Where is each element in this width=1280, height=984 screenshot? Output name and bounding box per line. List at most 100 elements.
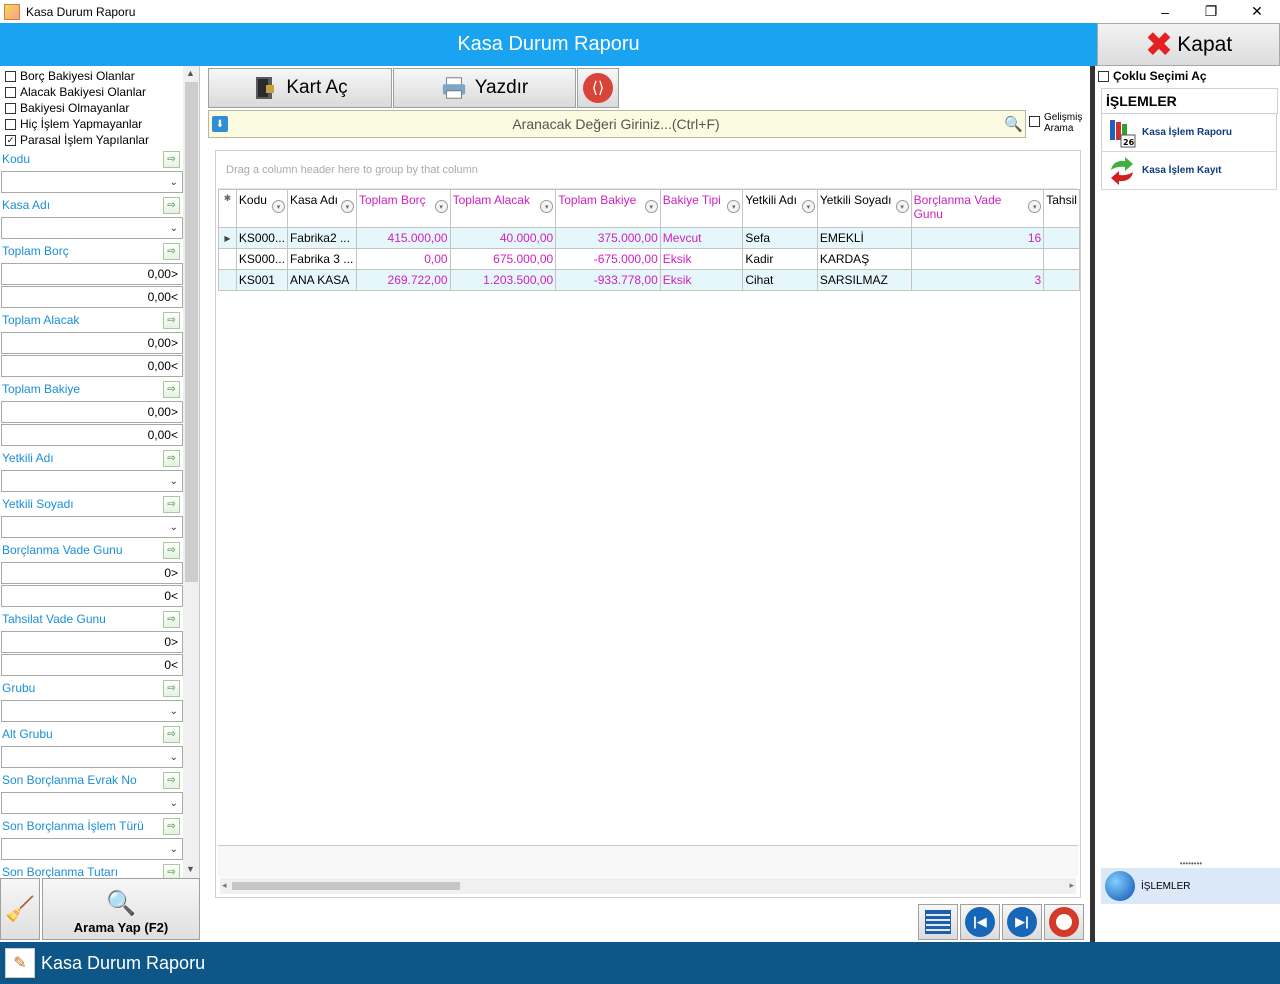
col-yetkili-soyadi[interactable]: Yetkili Soyadı ▾ bbox=[816, 189, 912, 228]
col-kasa-adi[interactable]: Kasa Adı ▾ bbox=[286, 189, 357, 228]
chevron-down-icon[interactable]: ⌄ bbox=[170, 706, 178, 717]
filter-checkbox-row[interactable]: Bakiyesi Olmayanlar bbox=[0, 100, 183, 116]
col-toplam-bakiye[interactable]: Toplam Bakiye ▾ bbox=[555, 189, 661, 228]
checkbox[interactable] bbox=[5, 118, 16, 130]
pick-icon[interactable]: ⇨ bbox=[163, 495, 180, 513]
filter-input[interactable]: 0> bbox=[1, 631, 183, 653]
pick-icon[interactable]: ⇨ bbox=[163, 679, 180, 697]
search-icon[interactable]: 🔍 bbox=[1004, 115, 1023, 133]
filter-input[interactable]: 0> bbox=[1, 562, 183, 584]
cell-yetkili-soyadi[interactable]: KARDAŞ bbox=[816, 248, 912, 270]
minimize-button[interactable]: – bbox=[1142, 0, 1188, 23]
advanced-search-checkbox[interactable] bbox=[1029, 116, 1040, 127]
filter-checkbox-row[interactable]: Alacak Bakiyesi Olanlar bbox=[0, 84, 183, 100]
pick-icon[interactable]: ⇨ bbox=[163, 863, 180, 878]
pick-icon[interactable]: ⇨ bbox=[163, 610, 180, 628]
clear-filters-button[interactable]: 🧹 bbox=[0, 878, 40, 940]
chevron-down-icon[interactable]: ⌄ bbox=[170, 522, 178, 533]
filter-input[interactable]: 0,00> bbox=[1, 332, 183, 354]
col-borclanma-vade[interactable]: Borçlanma Vade Gunu ▾ bbox=[910, 189, 1045, 228]
cell-toplam-alacak[interactable]: 1.203.500,00 bbox=[449, 269, 557, 291]
filter-select[interactable]: ⌄ bbox=[1, 217, 183, 239]
cell-kodu[interactable]: KS001 bbox=[235, 269, 288, 291]
cell-tahsil[interactable] bbox=[1043, 269, 1080, 291]
filter-scroll-thumb[interactable] bbox=[185, 82, 198, 582]
cell-kodu[interactable]: KS000... bbox=[235, 248, 288, 270]
col-toplam-alacak[interactable]: Toplam Alacak ▾ bbox=[449, 189, 557, 228]
cell-toplam-borc[interactable]: 415.000,00 bbox=[355, 227, 451, 249]
cell-toplam-borc[interactable]: 269.722,00 bbox=[355, 269, 451, 291]
list-view-button[interactable] bbox=[918, 904, 958, 940]
cell-kasa-adi[interactable]: ANA KASA bbox=[286, 269, 357, 291]
islemler-group-button[interactable]: İŞLEMLER bbox=[1101, 868, 1280, 904]
cell-borclanma-vade[interactable] bbox=[910, 248, 1045, 270]
filter-select[interactable]: ⌄ bbox=[1, 792, 183, 814]
pick-icon[interactable]: ⇨ bbox=[163, 242, 180, 260]
grid-scroll-thumb[interactable] bbox=[232, 882, 460, 890]
cell-bakiye-tipi[interactable]: Eksik bbox=[659, 248, 744, 270]
search-button[interactable]: 🔍 Arama Yap (F2) bbox=[42, 878, 200, 940]
cell-kasa-adi[interactable]: Fabrika 3 ... bbox=[286, 248, 357, 270]
yazdir-button[interactable]: Yazdır bbox=[393, 68, 576, 108]
taskbar-app-icon[interactable]: ✎ bbox=[5, 948, 35, 978]
filter-input[interactable]: 0,00< bbox=[1, 355, 183, 377]
scroll-down-icon[interactable]: ▼ bbox=[186, 864, 195, 874]
col-kodu[interactable]: Kodu ▾ bbox=[235, 189, 288, 228]
filter-input[interactable]: 0,00> bbox=[1, 401, 183, 423]
grid-horizontal-scrollbar[interactable]: ◂ ▸ bbox=[220, 878, 1076, 894]
pick-icon[interactable]: ⇨ bbox=[163, 380, 180, 398]
cell-toplam-alacak[interactable]: 675.000,00 bbox=[449, 248, 557, 270]
multi-select-toggle[interactable]: Çoklu Seçimi Aç bbox=[1095, 66, 1280, 86]
table-row[interactable]: KS001 ANA KASA 269.722,00 1.203.500,00 -933.… bbox=[218, 269, 1080, 291]
cell-toplam-bakiye[interactable]: -933.778,00 bbox=[555, 269, 661, 291]
filter-select[interactable]: ⌄ bbox=[1, 746, 183, 768]
chevron-down-icon[interactable]: ⌄ bbox=[170, 223, 178, 234]
pick-icon[interactable]: ⇨ bbox=[163, 150, 180, 168]
chevron-down-icon[interactable]: ⌄ bbox=[170, 752, 178, 763]
scroll-left-icon[interactable]: ◂ bbox=[222, 880, 227, 891]
filter-input[interactable]: 0,00< bbox=[1, 286, 183, 308]
checkbox[interactable]: ✓ bbox=[5, 134, 16, 146]
table-row[interactable]: KS000... Fabrika 3 ... 0,00 675.000,00 -675.… bbox=[218, 248, 1080, 270]
pick-icon[interactable]: ⇨ bbox=[163, 771, 180, 789]
search-input[interactable]: Aranacak Değeri Giriniz...(Ctrl+F) bbox=[228, 116, 1004, 132]
cell-toplam-borc[interactable]: 0,00 bbox=[355, 248, 451, 270]
chevron-down-icon[interactable]: ⌄ bbox=[170, 476, 178, 487]
chevron-down-icon[interactable]: ⌄ bbox=[170, 798, 178, 809]
scroll-right-icon[interactable]: ▸ bbox=[1069, 880, 1074, 891]
search-bar[interactable]: ⬇ Aranacak Değeri Giriniz...(Ctrl+F) 🔍 bbox=[208, 110, 1026, 138]
last-record-button[interactable]: ▶| bbox=[1002, 904, 1042, 940]
scroll-up-icon[interactable]: ▲ bbox=[186, 68, 195, 78]
cell-kodu[interactable]: KS000... bbox=[235, 227, 288, 249]
filter-select[interactable]: ⌄ bbox=[1, 516, 183, 538]
window-close-button[interactable]: ✕ bbox=[1234, 0, 1280, 23]
group-panel[interactable]: Drag a column header here to group by th… bbox=[218, 151, 1078, 189]
filter-select[interactable]: ⌄ bbox=[1, 838, 183, 860]
filter-checkbox-row[interactable]: Borç Bakiyesi Olanlar bbox=[0, 68, 183, 84]
checkbox[interactable] bbox=[5, 102, 16, 114]
cell-yetkili-adi[interactable]: Kadir bbox=[742, 248, 818, 270]
cell-yetkili-adi[interactable]: Cihat bbox=[742, 269, 818, 291]
cell-bakiye-tipi[interactable]: Eksik bbox=[659, 269, 744, 291]
filter-checkbox-row[interactable]: ✓ Parasal İşlem Yapılanlar bbox=[0, 132, 183, 148]
checkbox[interactable] bbox=[5, 70, 16, 82]
pick-icon[interactable]: ⇨ bbox=[163, 311, 180, 329]
pick-icon[interactable]: ⇨ bbox=[163, 541, 180, 559]
cell-bakiye-tipi[interactable]: Mevcut bbox=[659, 227, 744, 249]
pick-icon[interactable]: ⇨ bbox=[163, 196, 180, 214]
restore-button[interactable]: ❐ bbox=[1188, 0, 1234, 23]
cell-toplam-bakiye[interactable]: -675.000,00 bbox=[555, 248, 661, 270]
advanced-search-toggle[interactable]: Gelişmiş Arama bbox=[1029, 112, 1082, 134]
cell-borclanma-vade[interactable]: 3 bbox=[910, 269, 1045, 291]
kapat-button[interactable]: ✖ Kapat bbox=[1097, 23, 1280, 66]
filter-input[interactable]: 0< bbox=[1, 654, 183, 676]
cell-toplam-bakiye[interactable]: 375.000,00 bbox=[555, 227, 661, 249]
multi-select-checkbox[interactable] bbox=[1098, 70, 1109, 82]
pick-icon[interactable]: ⇨ bbox=[163, 817, 180, 835]
filter-input[interactable]: 0< bbox=[1, 585, 183, 607]
cell-yetkili-adi[interactable]: Sefa bbox=[742, 227, 818, 249]
filter-checkbox-row[interactable]: Hiç İşlem Yapmayanlar bbox=[0, 116, 183, 132]
filter-select[interactable]: ⌄ bbox=[1, 171, 183, 193]
cell-yetkili-soyadi[interactable]: EMEKLİ bbox=[816, 227, 912, 249]
kart-ac-button[interactable]: Kart Aç bbox=[208, 68, 392, 108]
